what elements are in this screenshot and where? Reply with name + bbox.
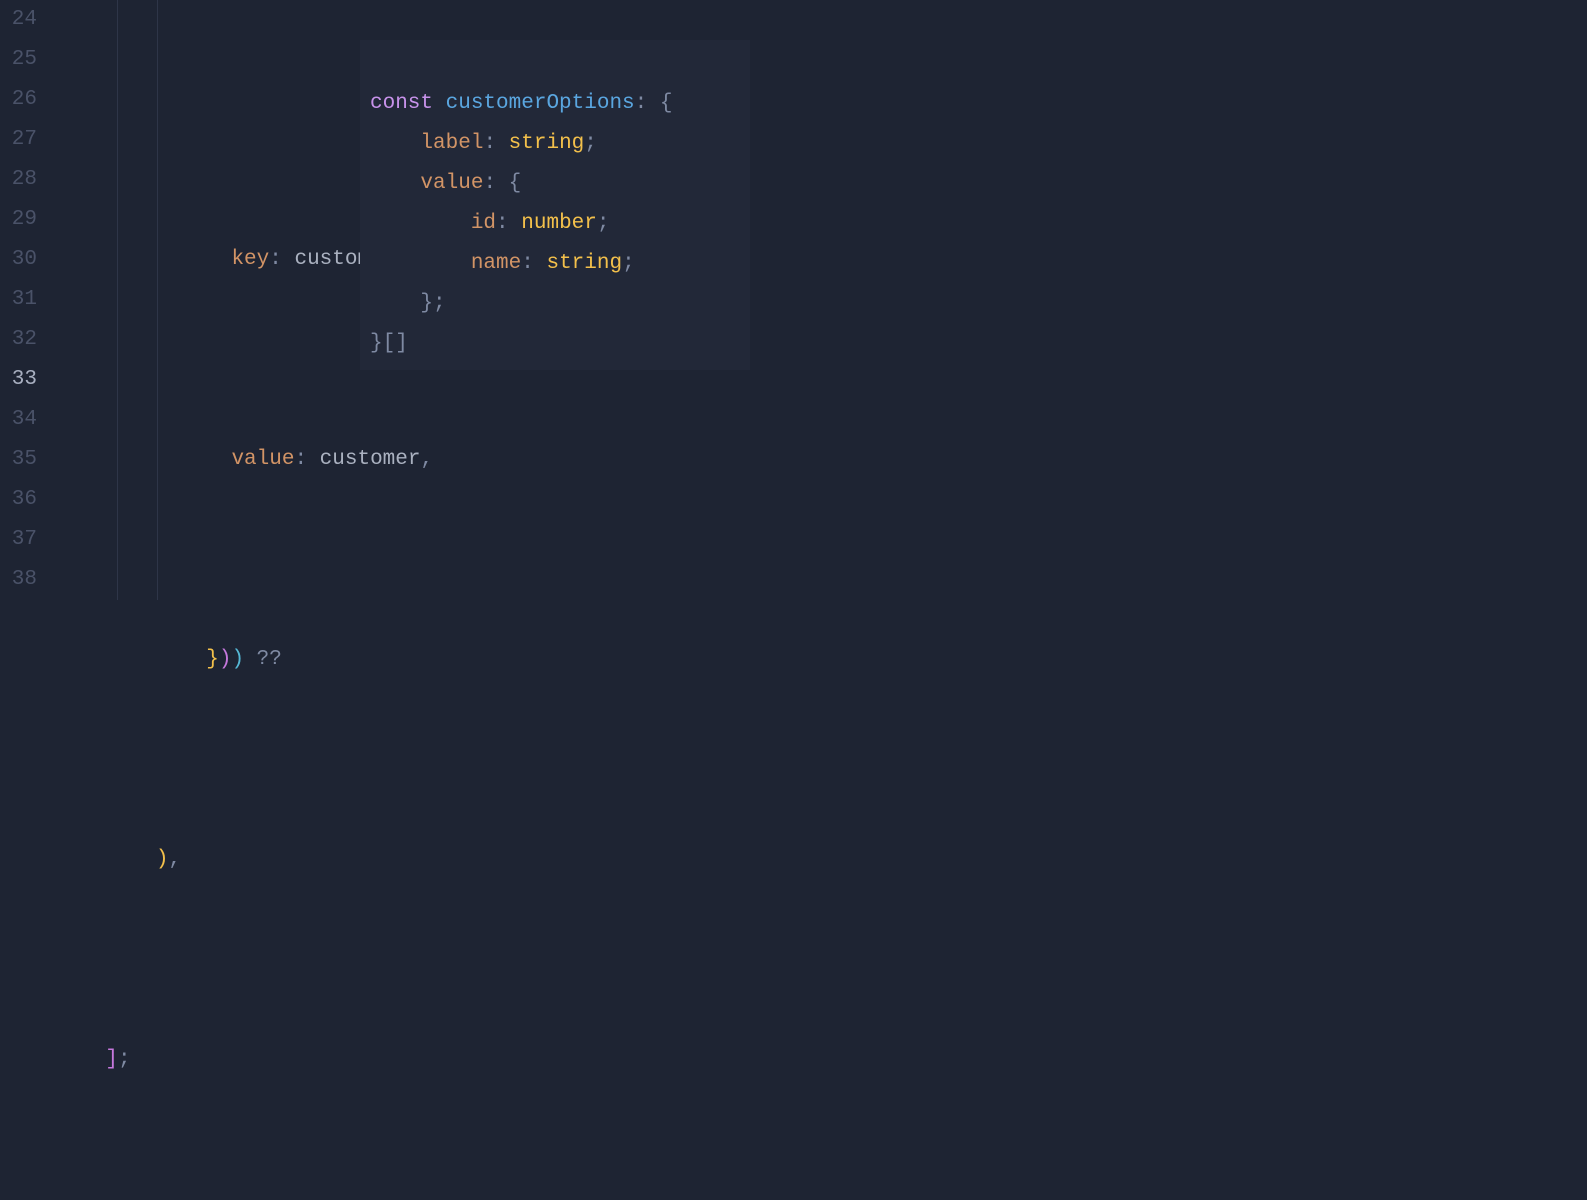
line-number: 32 bbox=[0, 320, 37, 360]
line-number: 35 bbox=[0, 440, 37, 480]
code-line[interactable]: value: customer, bbox=[55, 440, 1587, 480]
indent-guide bbox=[157, 0, 158, 600]
line-number: 27 bbox=[0, 120, 37, 160]
code-area[interactable]: key: customer.id, value: customer, })) ?… bbox=[55, 0, 1587, 600]
code-line[interactable]: })) ?? bbox=[55, 640, 1587, 680]
line-number-gutter: 24 25 26 27 28 29 30 31 32 33 34 35 36 3… bbox=[0, 0, 55, 600]
indent-guide bbox=[117, 0, 118, 600]
code-line[interactable]: key: customer.id, bbox=[55, 240, 1587, 280]
type-hover-tooltip: const customerOptions: { label: string; … bbox=[360, 40, 750, 370]
line-number: 30 bbox=[0, 240, 37, 280]
line-number: 36 bbox=[0, 480, 37, 520]
line-number: 26 bbox=[0, 80, 37, 120]
line-number: 34 bbox=[0, 400, 37, 440]
line-number: 25 bbox=[0, 40, 37, 80]
line-number: 29 bbox=[0, 200, 37, 240]
code-editor[interactable]: 24 25 26 27 28 29 30 31 32 33 34 35 36 3… bbox=[0, 0, 1587, 600]
line-number: 28 bbox=[0, 160, 37, 200]
line-number: 24 bbox=[0, 0, 37, 40]
line-number: 37 bbox=[0, 520, 37, 560]
line-number-active: 33 bbox=[0, 360, 37, 400]
code-line[interactable]: ), bbox=[55, 840, 1587, 880]
line-number: 31 bbox=[0, 280, 37, 320]
code-line[interactable]: ]; bbox=[55, 1040, 1587, 1080]
line-number: 38 bbox=[0, 560, 37, 600]
